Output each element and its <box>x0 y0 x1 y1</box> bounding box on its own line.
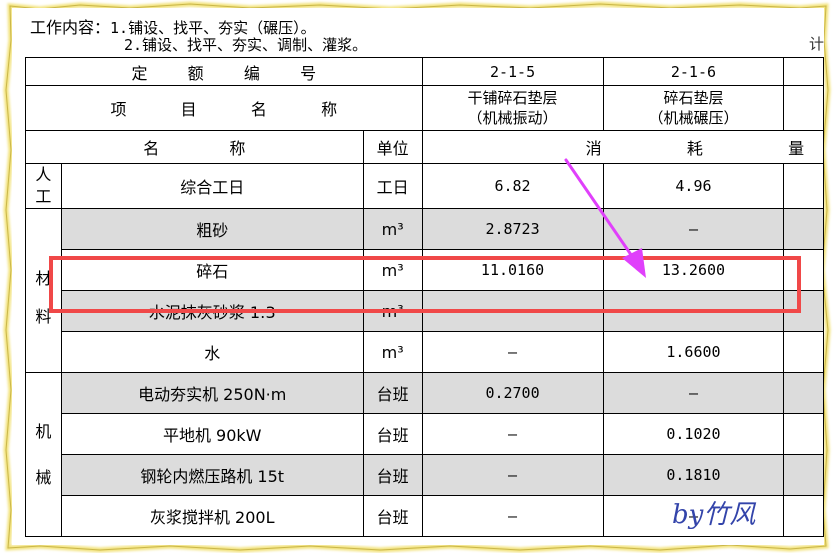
author-watermark: by竹风 <box>672 500 756 530</box>
row-value-2: 1.6600 <box>602 331 785 373</box>
row-unit: 台班 <box>362 413 423 455</box>
row-name: 水 <box>60 331 364 373</box>
group-char: 人 <box>35 165 52 184</box>
row-value-1: 2.8723 <box>421 208 604 250</box>
row-name: 水泥抹灰砂浆 1:3 <box>60 290 364 332</box>
row-value-2: — <box>602 290 785 332</box>
table-row: 人 工 综合工日 工日 6.82 4.96 <box>25 163 824 209</box>
quota-label-char: 编 <box>243 63 260 83</box>
row-value-1: 0.2700 <box>421 372 604 414</box>
work-item-2: 2.铺设、找平、夯实、调制、灌浆。 <box>124 36 368 54</box>
row-value-1: — <box>421 413 604 455</box>
document-page: 工作内容：1.铺设、找平、夯实（碾压）。 2.铺设、找平、夯实、调制、灌浆。 计… <box>12 8 824 545</box>
project-2-method: （机械碾压） <box>648 109 739 127</box>
row-extra <box>783 495 824 537</box>
row-value-2: 0.1020 <box>602 413 785 455</box>
row-name: 综合工日 <box>60 163 364 209</box>
row-name: 粗砂 <box>60 208 364 250</box>
quota-code-2: 2-1-6 <box>602 57 785 86</box>
row-value-1: 6.82 <box>421 163 604 209</box>
row-unit: m³ <box>362 208 423 250</box>
row-unit: m³ <box>362 249 423 291</box>
group-material: 材 料 <box>25 208 62 373</box>
name-column-header: 名 称 <box>25 130 364 164</box>
work-content-line-2: 2.铺设、找平、夯实、调制、灌浆。 <box>124 34 367 55</box>
project-1: 干铺碎石垫层 （机械振动） <box>421 85 604 131</box>
table-row: 水 m³ — 1.6600 <box>26 331 824 373</box>
unit-column-header: 单位 <box>362 130 423 164</box>
project-label-char: 称 <box>321 100 338 119</box>
row-unit: 台班 <box>362 495 423 537</box>
table-row: 碎石 m³ 11.0160 13.2600 <box>26 249 824 291</box>
name-header-char: 名 <box>143 139 160 158</box>
consumption-char: 消 <box>585 139 602 158</box>
row-name: 电动夯实机 250N·m <box>60 372 364 414</box>
group-labor: 人 工 <box>25 163 62 209</box>
quota-number-row: 定 额 编 号 2-1-5 2-1-6 <box>25 57 824 86</box>
quota-number-label: 定 额 编 号 <box>25 57 423 86</box>
group-char: 机 <box>35 421 52 441</box>
project-label-char: 目 <box>180 100 197 119</box>
project-2: 碎石垫层 （机械碾压） <box>602 85 785 131</box>
quota-label-char: 额 <box>187 63 204 83</box>
row-extra <box>783 372 824 414</box>
group-char: 料 <box>35 306 52 326</box>
table-row: 材 料 粗砂 m³ 2.8723 — <box>25 208 824 373</box>
row-extra <box>783 163 824 209</box>
project-2-name: 碎石垫层 <box>663 89 724 107</box>
project-name-label: 项 目 名 称 <box>25 85 423 131</box>
column-header-row: 名 称 单位 消 耗 量 <box>25 130 824 164</box>
quota-label-char: 定 <box>131 63 148 83</box>
group-char: 工 <box>35 187 52 206</box>
row-extra <box>783 290 824 332</box>
consumption-header: 消 耗 量 <box>421 130 824 164</box>
row-value-2: — <box>602 208 785 250</box>
quota-table: 定 额 编 号 2-1-5 2-1-6 项 目 名 称 干铺碎石垫层 （机械振动… <box>25 57 824 537</box>
table-row: 机 械 电动夯实机 250N·m 台班 0.2700 — <box>25 372 824 537</box>
row-value-2: — <box>602 372 785 414</box>
row-name: 灰浆搅拌机 200L <box>60 495 364 537</box>
row-value-2: 0.1810 <box>602 454 785 496</box>
table-row: 水泥抹灰砂浆 1:3 m³ — — <box>25 290 824 332</box>
quota-label-char: 号 <box>300 63 317 83</box>
row-value-2: 13.2600 <box>602 249 785 291</box>
row-unit: m³ <box>362 331 423 373</box>
project-1-name: 干铺碎石垫层 <box>467 89 558 107</box>
row-unit: 台班 <box>362 372 423 414</box>
project-name-row: 项 目 名 称 干铺碎石垫层 （机械振动） 碎石垫层 （机械碾压） <box>25 85 824 131</box>
work-content-label: 工作内容： <box>30 18 111 37</box>
row-value-1: 11.0160 <box>421 249 604 291</box>
row-value-1: — <box>421 331 604 373</box>
row-extra <box>783 208 824 250</box>
project-label-char: 项 <box>110 100 127 119</box>
row-name: 钢轮内燃压路机 15t <box>60 454 364 496</box>
table-row: 钢轮内燃压路机 15t 台班 — 0.1810 <box>25 454 824 496</box>
row-extra <box>783 331 824 373</box>
row-name: 碎石 <box>60 249 364 291</box>
consumption-char: 耗 <box>686 139 703 158</box>
group-char: 材 <box>35 268 52 288</box>
cut-off-glyph: 计 <box>808 35 824 53</box>
row-value-1: — <box>421 495 604 537</box>
row-unit: 台班 <box>362 454 423 496</box>
consumption-char: 量 <box>788 139 805 158</box>
group-char: 械 <box>35 467 52 487</box>
row-extra <box>783 249 824 291</box>
row-unit: m³ <box>362 290 423 332</box>
group-machine: 机 械 <box>25 372 62 537</box>
project-label-char: 名 <box>250 100 267 119</box>
row-extra <box>783 413 824 455</box>
project-extra <box>783 85 824 131</box>
project-1-method: （机械振动） <box>467 109 558 127</box>
row-value-1: — <box>421 454 604 496</box>
row-value-2: 4.96 <box>602 163 785 209</box>
quota-code-extra <box>783 57 824 86</box>
row-value-1: — <box>421 290 604 332</box>
name-header-char: 称 <box>229 139 246 158</box>
table-row: 平地机 90kW 台班 — 0.1020 <box>26 413 824 455</box>
row-extra <box>783 454 824 496</box>
row-unit: 工日 <box>362 163 423 209</box>
row-name: 平地机 90kW <box>60 413 364 455</box>
quota-code-1: 2-1-5 <box>421 57 604 86</box>
